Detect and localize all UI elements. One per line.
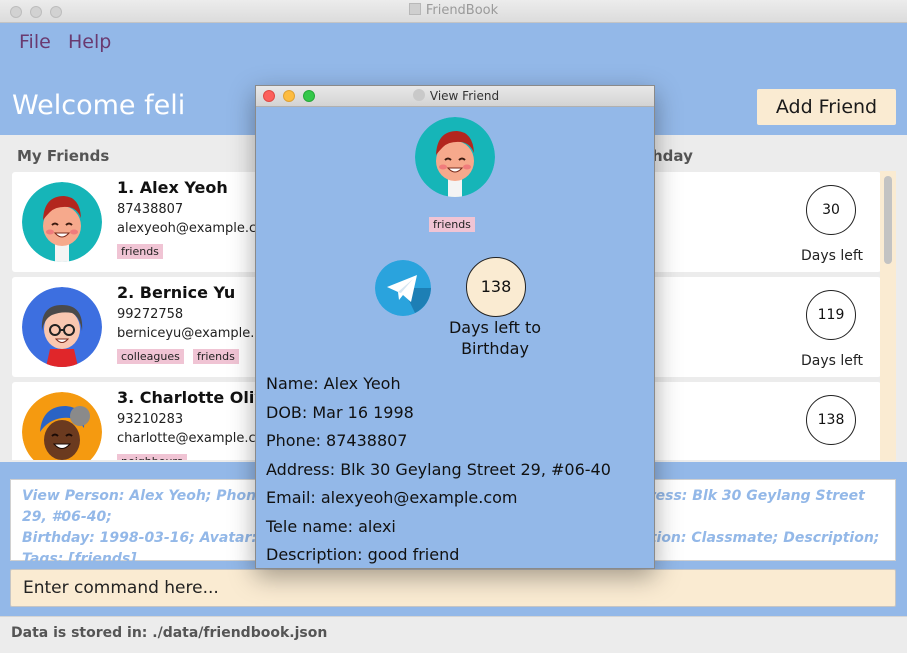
- friend-tags: colleagues friends: [117, 345, 243, 364]
- detail-description: Description: good friend: [266, 545, 460, 564]
- telegram-icon[interactable]: [375, 260, 431, 316]
- detail-email: Email: alexyeoh@example.com: [266, 488, 518, 507]
- friend-phone: 99272758: [117, 307, 184, 322]
- command-input[interactable]: [11, 570, 895, 606]
- my-friends-heading: My Friends: [17, 147, 110, 165]
- days-left-circle: 138: [806, 395, 856, 445]
- add-friend-button[interactable]: Add Friend: [757, 89, 896, 125]
- avatar-icon: [415, 117, 495, 197]
- friend-name: 1. Alex Yeoh: [117, 178, 228, 197]
- days-left-circle: 30: [806, 185, 856, 235]
- storage-path-text: Data is stored in: ./data/friendbook.jso…: [11, 625, 328, 641]
- scrollbar-thumb[interactable]: [884, 176, 892, 264]
- app-icon: [408, 3, 421, 15]
- friend-tags: friends: [117, 240, 167, 259]
- days-left-circle: 119: [806, 290, 856, 340]
- tag-label: colleagues: [117, 349, 184, 364]
- user-icon: [412, 89, 425, 101]
- friend-list-scrollbar[interactable]: [880, 171, 896, 461]
- menu-help[interactable]: Help: [68, 31, 111, 53]
- tag-label: friends: [429, 217, 475, 232]
- popup-titlebar: View Friend: [256, 86, 654, 107]
- friend-email: charlotte@example.com: [117, 431, 277, 446]
- detail-phone: Phone: 87438807: [266, 431, 408, 450]
- menu-file[interactable]: File: [19, 31, 51, 53]
- tag-label: neighbours: [117, 454, 187, 460]
- days-label-line: Birthday: [461, 339, 529, 358]
- window-titlebar: FriendBook: [0, 0, 907, 23]
- friend-name: 2. Bernice Yu: [117, 283, 236, 302]
- avatar-icon: [22, 287, 102, 367]
- avatar-icon: [22, 182, 102, 262]
- detail-dob: DOB: Mar 16 1998: [266, 403, 414, 422]
- status-bar: Data is stored in: ./data/friendbook.jso…: [0, 616, 907, 653]
- window-title: FriendBook: [0, 3, 907, 18]
- tag-label: friends: [192, 349, 239, 364]
- friend-tags: neighbours: [117, 450, 191, 460]
- popup-title: View Friend: [256, 89, 654, 103]
- detail-address: Address: Blk 30 Geylang Street 29, #06-4…: [266, 460, 611, 479]
- detail-tele: Tele name: alexi: [266, 517, 396, 536]
- days-left-birthday-label: Days left to Birthday: [436, 317, 554, 359]
- menu-bar: File Help: [0, 23, 907, 61]
- days-label-line: Days left to: [448, 318, 542, 337]
- days-left-label: Days left: [800, 248, 864, 264]
- tag-label: friends: [117, 244, 163, 259]
- welcome-text: Welcome feli: [12, 90, 186, 121]
- detail-name: Name: Alex Yeoh: [266, 374, 401, 393]
- view-friend-window[interactable]: View Friend friends 138 Days left to Bir…: [255, 85, 655, 569]
- friendbook-window: FriendBook File Help Welcome feli Add Fr…: [0, 0, 907, 653]
- days-left-circle: 138: [466, 257, 526, 317]
- command-box[interactable]: [10, 569, 896, 607]
- avatar-icon: [22, 392, 102, 460]
- birthday-heading: hday: [652, 147, 693, 165]
- friend-phone: 93210283: [117, 412, 184, 427]
- friend-phone: 87438807: [117, 202, 184, 217]
- friend-email: alexyeoh@example.com: [117, 221, 277, 236]
- days-left-label: Days left: [800, 353, 864, 369]
